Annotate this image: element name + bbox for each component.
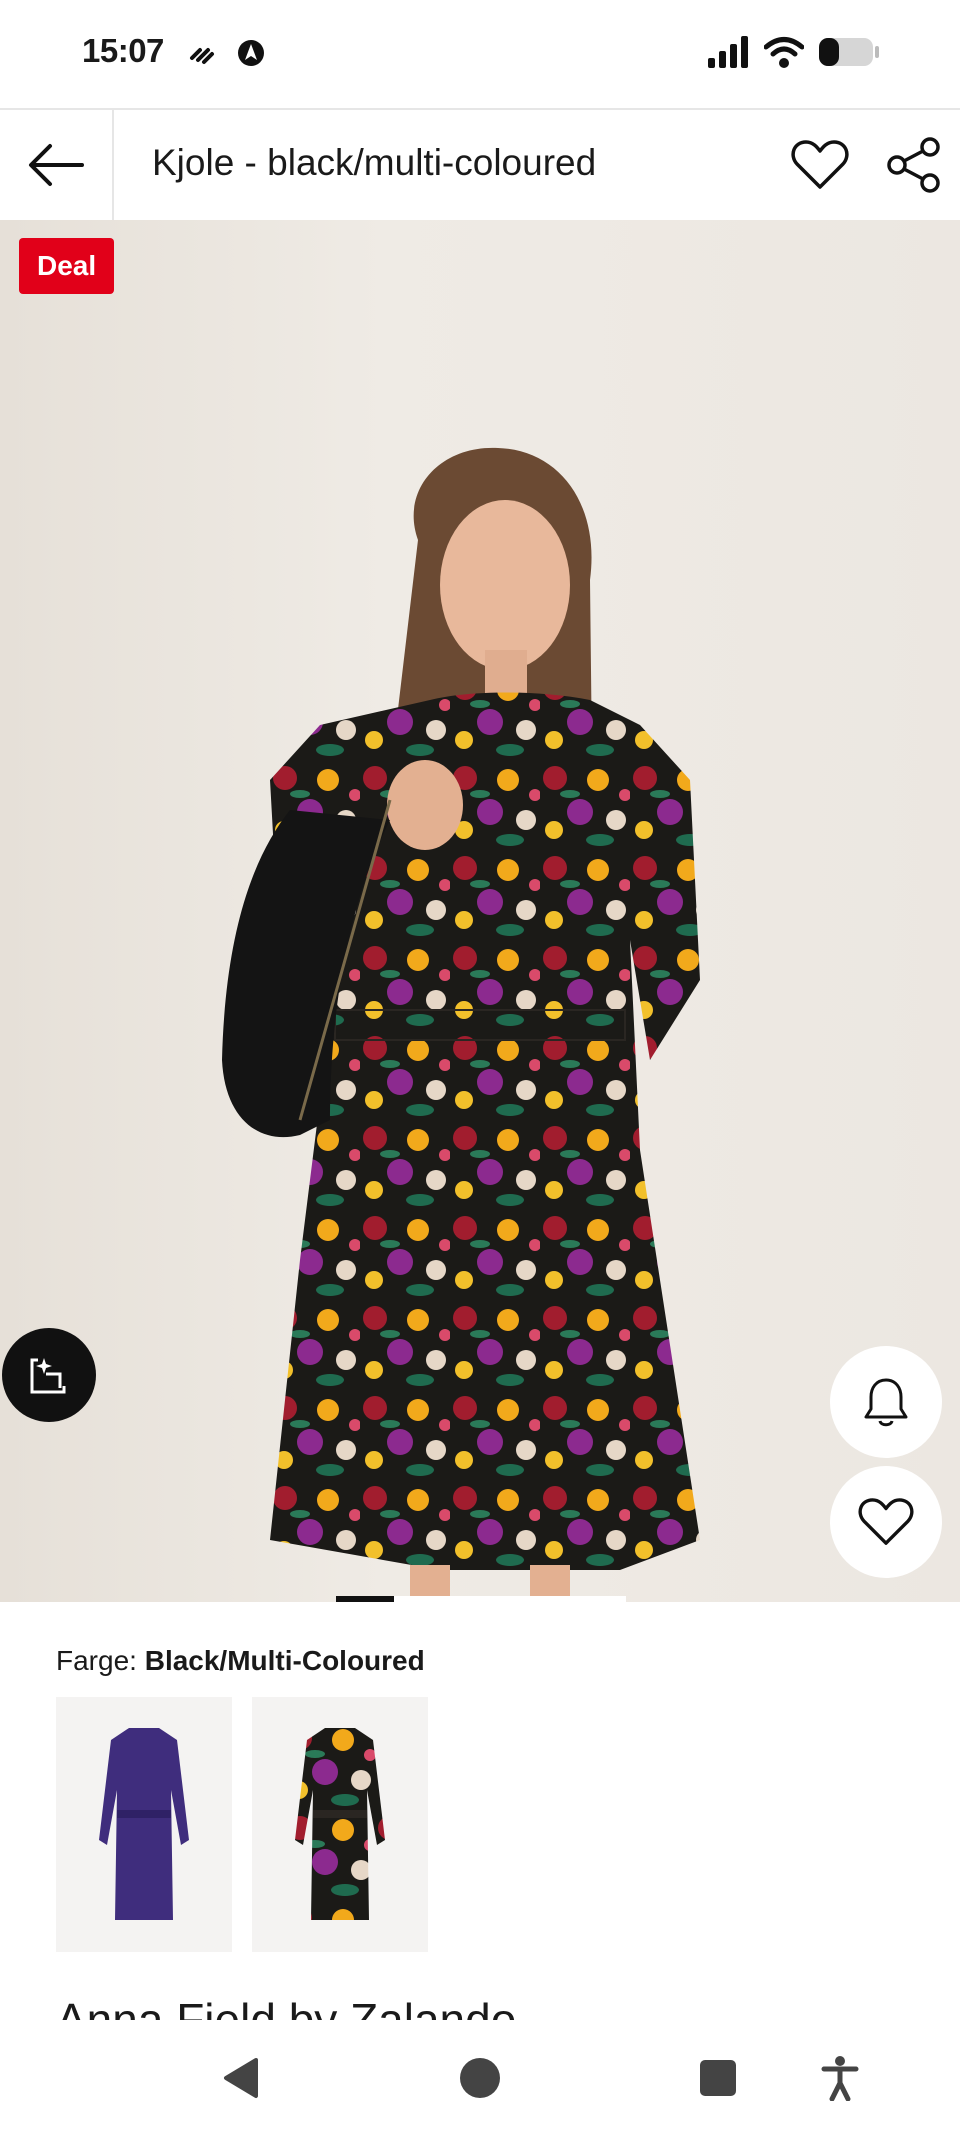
image-scan-icon [30, 1358, 66, 1394]
wifi-icon [764, 37, 804, 68]
back-arrow-icon [29, 144, 84, 186]
battery-icon [819, 38, 879, 66]
nav-recents-button[interactable] [688, 2050, 748, 2106]
nav-home-button[interactable] [450, 2050, 510, 2106]
heart-icon [791, 140, 849, 189]
color-swatch-multicoloured[interactable] [252, 1697, 428, 1952]
back-triangle-icon [224, 2058, 258, 2098]
back-button[interactable] [0, 110, 114, 220]
visual-search-button[interactable] [2, 1328, 96, 1422]
page-title: Kjole - black/multi-coloured [152, 142, 597, 183]
signal-icon [708, 36, 748, 68]
share-button[interactable] [884, 135, 944, 195]
app-bar: Kjole - black/multi-coloured [0, 108, 960, 222]
color-swatch-purple[interactable] [56, 1697, 232, 1952]
brand-name[interactable]: Anna Field by Zalando [56, 1990, 516, 2020]
system-nav-bar [0, 2020, 960, 2133]
swatch-image-purple [99, 1727, 189, 1920]
color-label-row: Farge: Black/Multi-Coloured [56, 1645, 425, 1677]
recents-square-icon [700, 2060, 736, 2096]
color-value: Black/Multi-Coloured [144, 1645, 425, 1676]
product-image-carousel[interactable]: Deal [0, 220, 960, 1602]
nav-back-button[interactable] [210, 2050, 270, 2106]
share-icon [887, 137, 940, 193]
nav-accessibility-button[interactable] [810, 2050, 870, 2106]
carousel-pager [336, 1596, 626, 1602]
nav-arrow-icon [238, 40, 264, 66]
color-label: Farge: [56, 1645, 137, 1676]
price-alert-button[interactable] [830, 1346, 942, 1458]
wishlist-image-button[interactable] [830, 1466, 942, 1578]
link-icon [190, 48, 214, 64]
heart-icon [858, 1498, 914, 1545]
swatch-image-floral [295, 1727, 385, 1920]
status-time: 15:07 [82, 32, 164, 69]
home-circle-icon [460, 2058, 500, 2098]
bell-icon [864, 1378, 908, 1427]
product-photo [222, 447, 700, 1602]
status-indicators [708, 36, 880, 68]
deal-badge: Deal [19, 238, 115, 294]
status-bar: 15:07 [0, 0, 960, 108]
pager-active-indicator [336, 1596, 394, 1602]
wishlist-button[interactable] [790, 135, 850, 195]
accessibility-icon [821, 2056, 859, 2101]
